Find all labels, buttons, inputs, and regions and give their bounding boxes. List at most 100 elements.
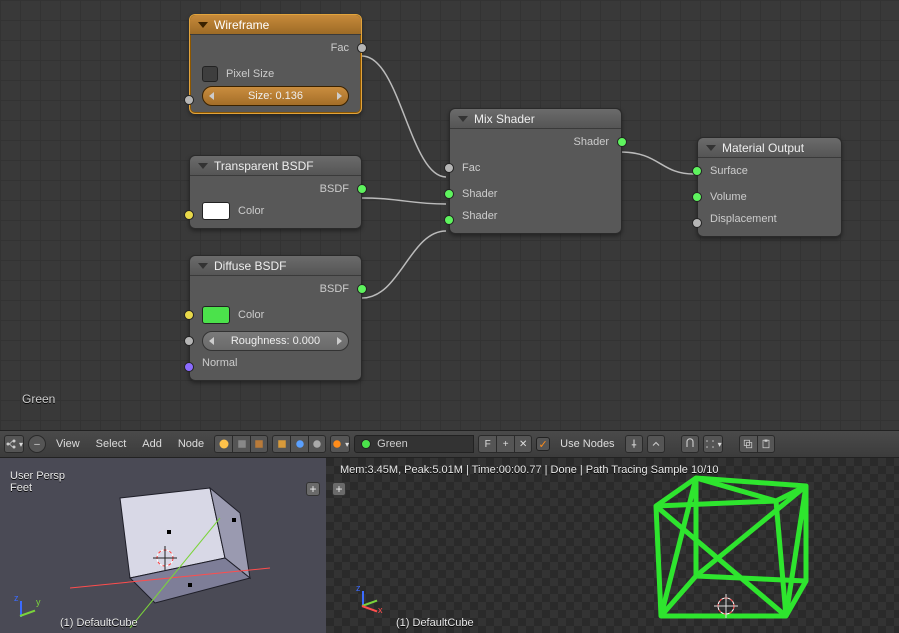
fake-user-button[interactable]: F [478,435,496,453]
fac-input-socket[interactable] [444,163,454,173]
bsdf-output-socket[interactable] [357,284,367,294]
snap-type-button[interactable]: ▾ [703,435,723,453]
world-shader-button[interactable] [290,435,308,453]
node-wireframe[interactable]: Wireframe Fac Pixel Size Size: 0.136 [189,14,362,114]
node-editor-header[interactable]: ▾ – View Select Add Node ▾ Green F + ✕ U… [0,430,899,458]
bsdf-output-label: BSDF [320,283,349,295]
shader-output-socket[interactable] [617,137,627,147]
object-name-overlay: (1) DefaultCube [60,617,138,629]
expand-panel-button[interactable]: + [332,482,346,496]
view-info: User Persp Feet [10,470,65,494]
object-name-overlay: (1) DefaultCube [396,617,474,629]
material-icon [361,439,371,449]
wireframe-cube-render [626,466,846,631]
pin-button[interactable] [625,435,643,453]
size-input-socket[interactable] [184,95,194,105]
collapse-icon[interactable] [458,116,468,122]
normal-input-socket[interactable] [184,362,194,372]
menu-view[interactable]: View [50,438,86,450]
color-input-socket[interactable] [184,210,194,220]
shader1-input-socket[interactable] [444,189,454,199]
object-shader-button[interactable] [272,435,290,453]
node-header[interactable]: Mix Shader [450,109,621,129]
compositor-tree-button[interactable] [232,435,250,453]
node-title: Transparent BSDF [214,159,314,173]
color-swatch[interactable] [202,306,230,324]
bsdf-output-socket[interactable] [357,184,367,194]
size-field[interactable]: Size: 0.136 [202,86,349,106]
shader1-label: Shader [462,188,497,200]
color-label: Color [238,205,264,217]
copy-paste-buttons [739,435,775,453]
color-input-socket[interactable] [184,310,194,320]
surface-input-socket[interactable] [692,166,702,176]
shader-output-label: Shader [574,136,609,148]
node-diffuse-bsdf[interactable]: Diffuse BSDF BSDF Color Roughness: 0.000… [189,255,362,381]
menu-node[interactable]: Node [172,438,210,450]
expand-panel-button[interactable]: + [306,482,320,496]
pixel-size-checkbox[interactable] [202,66,218,82]
go-parent-button[interactable] [647,435,665,453]
normal-label: Normal [202,357,237,369]
viewport-right[interactable]: Mem:3.45M, Peak:5.01M | Time:00:00.77 | … [326,458,899,633]
node-mix-shader[interactable]: Mix Shader Shader Fac Shader Shader [449,108,622,234]
node-title: Material Output [722,141,804,155]
editor-type-button[interactable]: ▾ [4,435,24,453]
material-browse-button[interactable]: ▾ [330,435,350,453]
size-value: Size: 0.136 [248,90,303,102]
collapse-icon[interactable] [198,163,208,169]
shader-tree-button[interactable] [214,435,232,453]
material-id-buttons: F + ✕ [478,435,532,453]
copy-nodes-button[interactable] [739,435,757,453]
decrement-icon[interactable] [209,92,214,100]
collapse-icon[interactable] [198,263,208,269]
node-header[interactable]: Transparent BSDF [190,156,361,176]
roughness-field[interactable]: Roughness: 0.000 [202,331,349,351]
node-title: Diffuse BSDF [214,259,286,273]
node-header[interactable]: Diffuse BSDF [190,256,361,276]
fac-label: Fac [462,162,480,174]
displacement-label: Displacement [710,213,777,225]
viewport-left[interactable]: User Persp Feet + zy (1) DefaultCube [0,458,326,633]
color-swatch[interactable] [202,202,230,220]
node-title: Wireframe [214,18,269,32]
collapse-icon[interactable] [198,22,208,28]
decrement-icon[interactable] [209,337,214,345]
material-name-text: Green [377,438,408,450]
snap-button[interactable] [681,435,699,453]
lamp-shader-button[interactable] [308,435,326,453]
node-title: Mix Shader [474,112,535,126]
view-units-label: Feet [10,482,65,494]
node-header[interactable]: Wireframe [190,15,361,35]
displacement-input-socket[interactable] [692,218,702,228]
material-name-overlay: Green [22,392,55,406]
fac-output-label: Fac [331,42,349,54]
use-nodes-checkbox[interactable] [536,437,550,451]
increment-icon[interactable] [337,92,342,100]
shader2-input-socket[interactable] [444,215,454,225]
node-header[interactable]: Material Output [698,138,841,158]
volume-input-socket[interactable] [692,192,702,202]
roughness-input-socket[interactable] [184,336,194,346]
menu-select[interactable]: Select [90,438,133,450]
material-name-field[interactable]: Green [354,435,474,453]
new-material-button[interactable]: + [496,435,514,453]
bsdf-output-label: BSDF [320,183,349,195]
paste-nodes-button[interactable] [757,435,775,453]
use-nodes-label: Use Nodes [554,438,620,450]
increment-icon[interactable] [337,337,342,345]
fac-output-socket[interactable] [357,43,367,53]
tree-type-buttons [214,435,268,453]
roughness-value: Roughness: 0.000 [231,335,320,347]
surface-label: Surface [710,165,748,177]
collapse-menus-button[interactable]: – [28,435,46,453]
collapse-icon[interactable] [706,145,716,151]
view-persp-label: User Persp [10,470,65,482]
texture-tree-button[interactable] [250,435,268,453]
node-material-output[interactable]: Material Output Surface Volume Displacem… [697,137,842,237]
unlink-material-button[interactable]: ✕ [514,435,532,453]
menu-add[interactable]: Add [136,438,168,450]
node-editor[interactable]: Wireframe Fac Pixel Size Size: 0.136 Tra… [0,0,899,430]
node-transparent-bsdf[interactable]: Transparent BSDF BSDF Color [189,155,362,229]
pixel-size-label: Pixel Size [226,68,274,80]
